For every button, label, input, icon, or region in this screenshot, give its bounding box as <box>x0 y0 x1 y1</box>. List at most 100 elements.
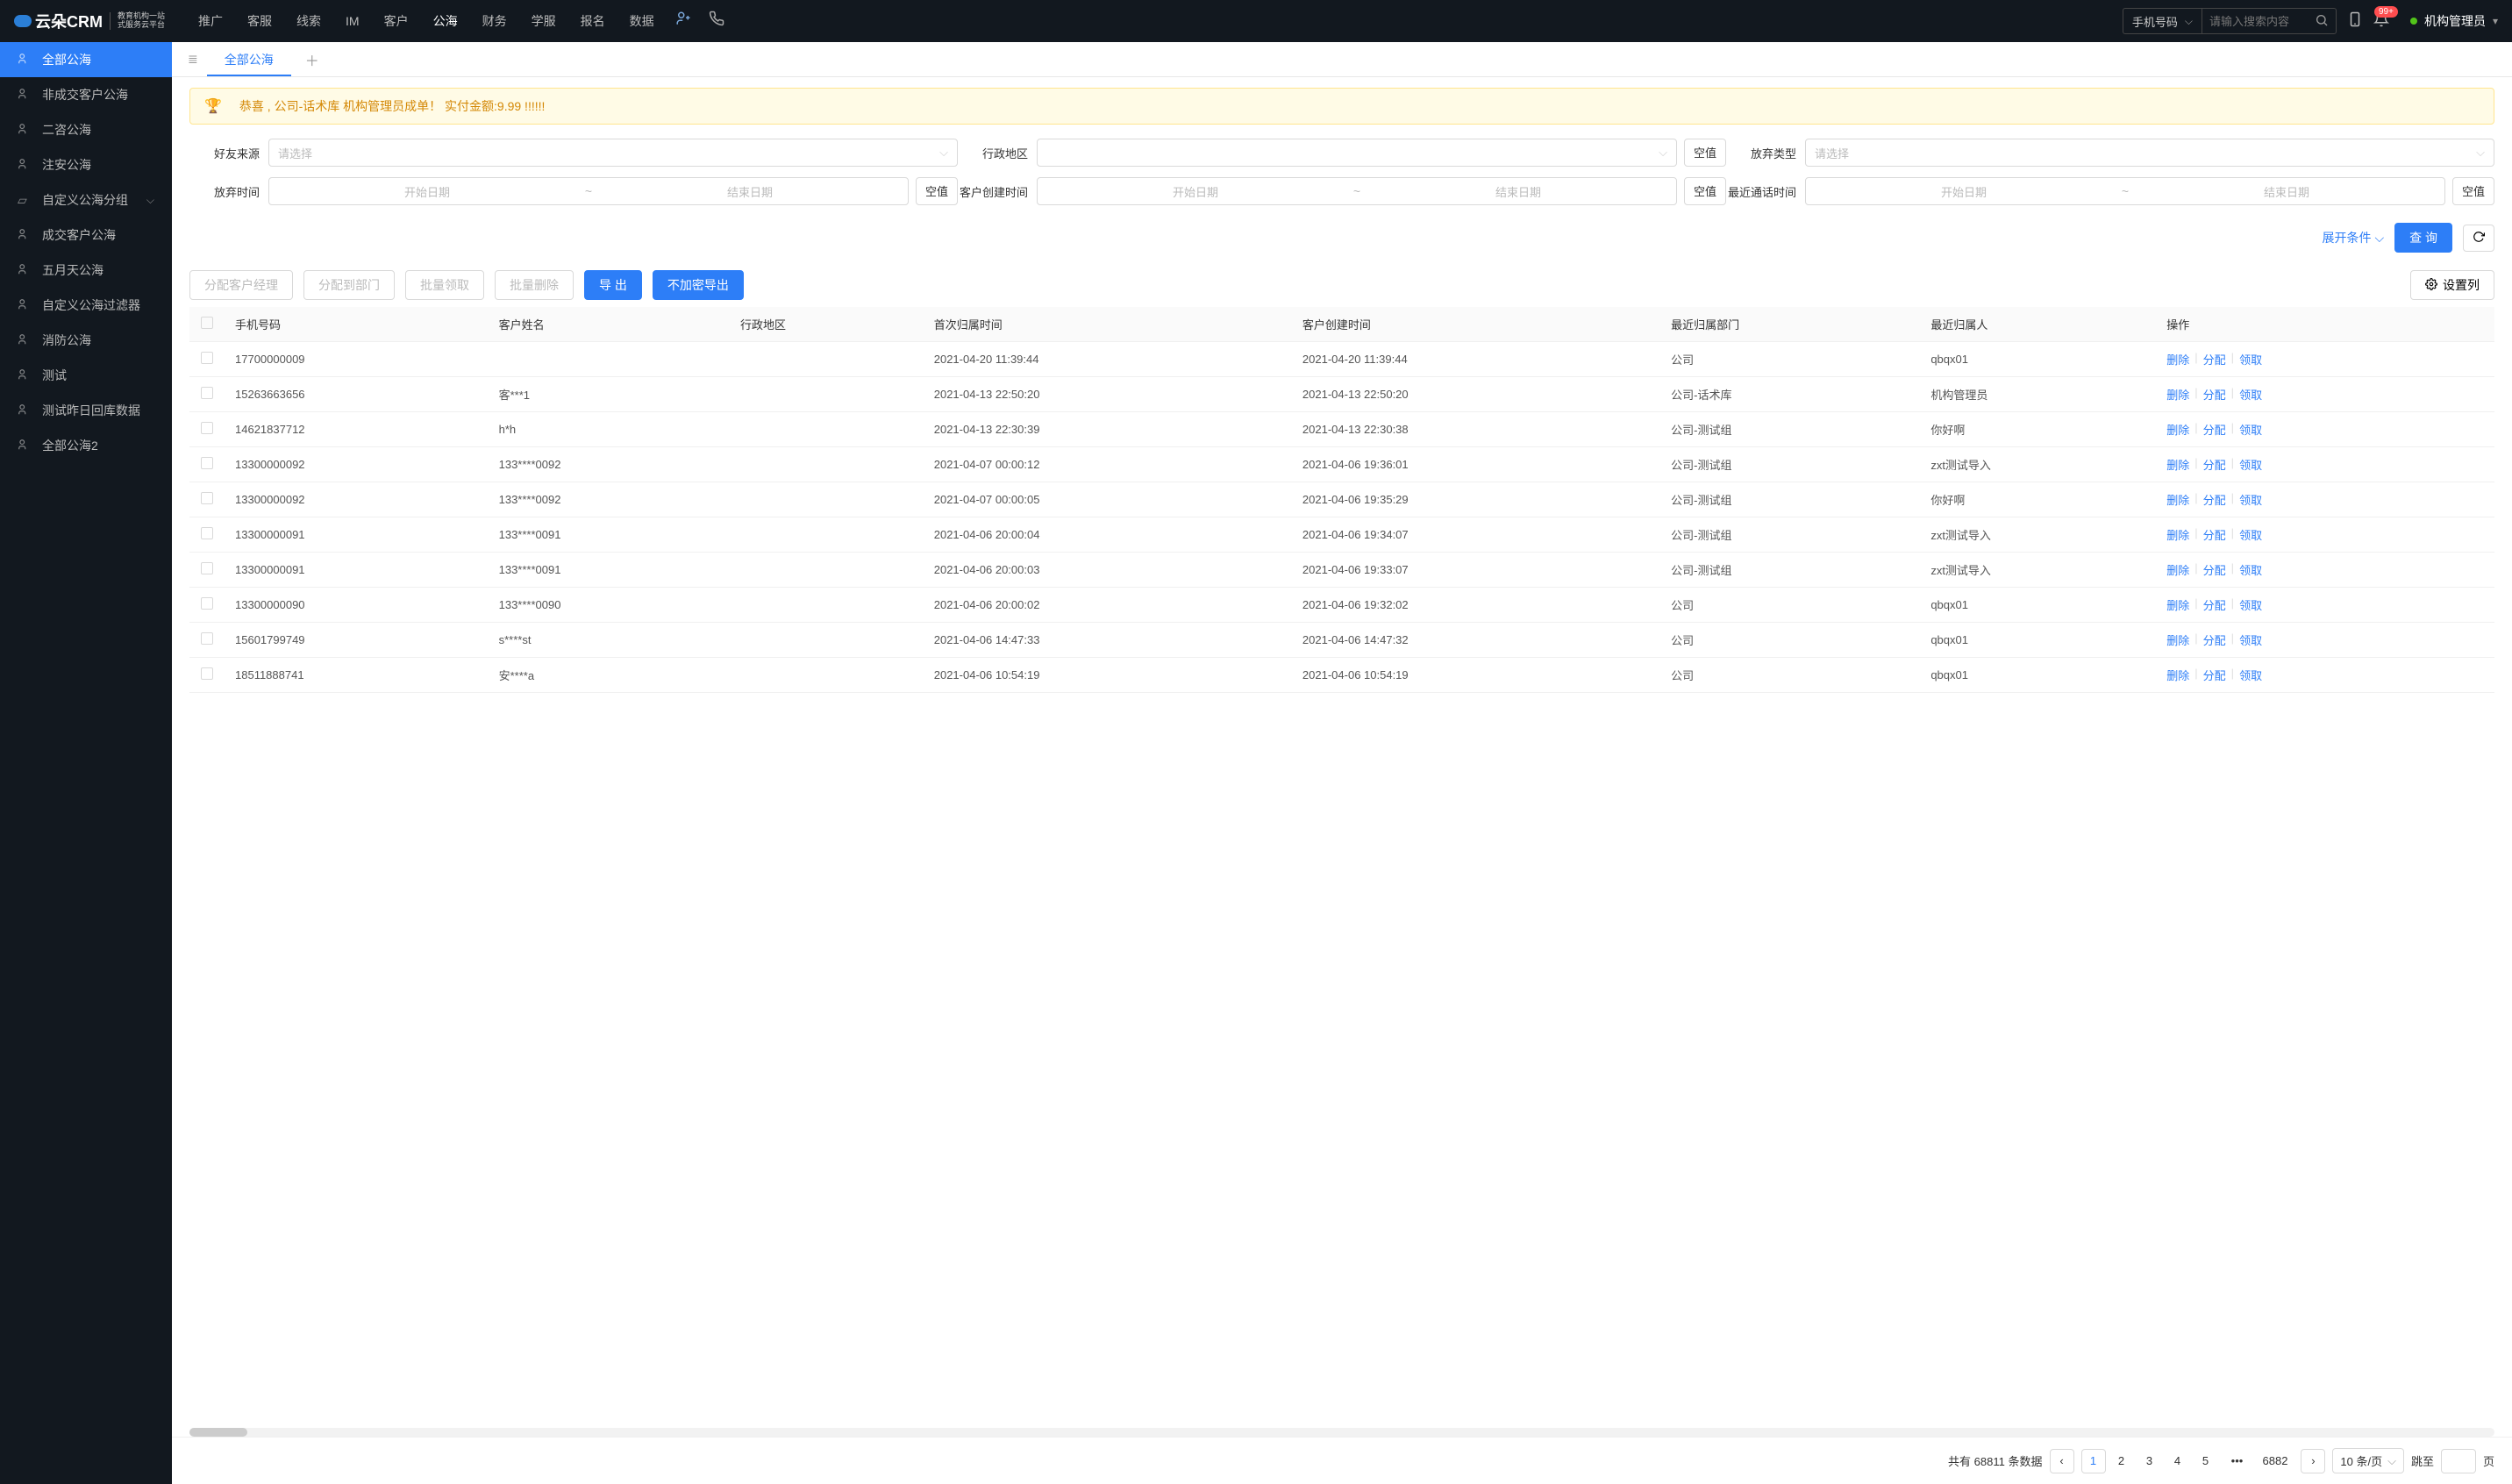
claim-link[interactable]: 领取 <box>2239 351 2262 367</box>
page-number[interactable]: 2 <box>2109 1449 2134 1473</box>
assign-link[interactable]: 分配 <box>2203 491 2226 508</box>
sidebar-item[interactable]: 全部公海 <box>0 42 172 77</box>
nav-item[interactable]: IM <box>333 0 372 42</box>
nav-item[interactable]: 财务 <box>470 0 519 42</box>
bell-icon[interactable]: 99+ <box>2373 11 2389 32</box>
add-user-icon[interactable] <box>667 0 700 42</box>
assign-link[interactable]: 分配 <box>2203 526 2226 543</box>
assign-link[interactable]: 分配 <box>2203 351 2226 367</box>
search-icon[interactable] <box>2308 13 2336 30</box>
sidebar-item[interactable]: 消防公海 <box>0 323 172 358</box>
row-checkbox[interactable] <box>201 422 213 434</box>
page-number[interactable]: 5 <box>2194 1449 2218 1473</box>
claim-link[interactable]: 领取 <box>2239 421 2262 438</box>
page-number[interactable]: 3 <box>2137 1449 2162 1473</box>
sidebar-item[interactable]: 全部公海2 <box>0 428 172 463</box>
prev-page-button[interactable]: ‹ <box>2050 1449 2074 1473</box>
export-plain-button[interactable]: 不加密导出 <box>653 270 744 300</box>
sidebar-item[interactable]: 二咨公海 <box>0 112 172 147</box>
logo[interactable]: 云朵CRM 教育机构一站 式服务云平台 <box>14 10 165 32</box>
next-page-button[interactable]: › <box>2301 1449 2325 1473</box>
filter-null-button[interactable]: 空值 <box>1684 139 1726 167</box>
sidebar-item[interactable]: 自定义公海过滤器 <box>0 288 172 323</box>
claim-link[interactable]: 领取 <box>2239 491 2262 508</box>
sidebar-item[interactable]: 测试昨日回库数据 <box>0 393 172 428</box>
nav-item[interactable]: 线索 <box>284 0 333 42</box>
delete-link[interactable]: 删除 <box>2166 596 2189 613</box>
filter-daterange[interactable]: 开始日期~结束日期 <box>1037 177 1677 205</box>
select-all-checkbox[interactable] <box>201 317 213 329</box>
claim-link[interactable]: 领取 <box>2239 667 2262 683</box>
claim-link[interactable]: 领取 <box>2239 561 2262 578</box>
nav-item[interactable]: 报名 <box>568 0 617 42</box>
tab-menu-icon[interactable]: ≣ <box>179 52 207 67</box>
nav-item[interactable]: 客服 <box>235 0 284 42</box>
export-button[interactable]: 导 出 <box>584 270 642 300</box>
row-checkbox[interactable] <box>201 352 213 364</box>
row-checkbox[interactable] <box>201 527 213 539</box>
tab-add-icon[interactable]: ＋ <box>291 49 333 70</box>
filter-select[interactable]: 请选择⌵ <box>1805 139 2494 167</box>
page-number[interactable]: 1 <box>2081 1449 2106 1473</box>
filter-select[interactable]: ⌵ <box>1037 139 1677 167</box>
refresh-button[interactable] <box>2463 225 2494 252</box>
phone-icon[interactable] <box>700 0 733 42</box>
column-settings-button[interactable]: 设置列 <box>2410 270 2494 300</box>
claim-link[interactable]: 领取 <box>2239 456 2262 473</box>
search-input[interactable] <box>2202 15 2308 28</box>
row-checkbox[interactable] <box>201 597 213 610</box>
row-checkbox[interactable] <box>201 492 213 504</box>
batch-delete-button[interactable]: 批量删除 <box>495 270 574 300</box>
page-size-select[interactable]: 10 条/页 ⌵ <box>2332 1448 2404 1473</box>
claim-link[interactable]: 领取 <box>2239 631 2262 648</box>
claim-link[interactable]: 领取 <box>2239 596 2262 613</box>
sidebar-item[interactable]: 注安公海 <box>0 147 172 182</box>
claim-link[interactable]: 领取 <box>2239 526 2262 543</box>
delete-link[interactable]: 删除 <box>2166 667 2189 683</box>
nav-item[interactable]: 数据 <box>617 0 667 42</box>
claim-link[interactable]: 领取 <box>2239 386 2262 403</box>
nav-item[interactable]: 学服 <box>519 0 568 42</box>
assign-link[interactable]: 分配 <box>2203 631 2226 648</box>
search-type-select[interactable]: 手机号码 ⌵ <box>2123 9 2202 33</box>
sidebar-item[interactable]: 测试 <box>0 358 172 393</box>
nav-item[interactable]: 推广 <box>186 0 235 42</box>
delete-link[interactable]: 删除 <box>2166 386 2189 403</box>
filter-null-button[interactable]: 空值 <box>1684 177 1726 205</box>
assign-manager-button[interactable]: 分配客户经理 <box>189 270 293 300</box>
page-ellipsis[interactable]: ••• <box>2225 1449 2250 1473</box>
delete-link[interactable]: 删除 <box>2166 631 2189 648</box>
expand-filters-link[interactable]: 展开条件 ⌵ <box>2322 229 2384 246</box>
nav-item[interactable]: 公海 <box>421 0 470 42</box>
assign-link[interactable]: 分配 <box>2203 561 2226 578</box>
search-button[interactable]: 查 询 <box>2394 223 2452 253</box>
row-checkbox[interactable] <box>201 632 213 645</box>
sidebar-item[interactable]: 五月天公海 <box>0 253 172 288</box>
delete-link[interactable]: 删除 <box>2166 456 2189 473</box>
filter-daterange[interactable]: 开始日期~结束日期 <box>1805 177 2445 205</box>
page-number[interactable]: 4 <box>2166 1449 2190 1473</box>
row-checkbox[interactable] <box>201 667 213 680</box>
assign-link[interactable]: 分配 <box>2203 456 2226 473</box>
tab-active[interactable]: 全部公海 <box>207 43 291 76</box>
page-jump-input[interactable] <box>2441 1449 2476 1473</box>
assign-link[interactable]: 分配 <box>2203 421 2226 438</box>
row-checkbox[interactable] <box>201 562 213 574</box>
delete-link[interactable]: 删除 <box>2166 491 2189 508</box>
assign-link[interactable]: 分配 <box>2203 596 2226 613</box>
batch-claim-button[interactable]: 批量领取 <box>405 270 484 300</box>
mobile-icon[interactable] <box>2347 11 2363 32</box>
row-checkbox[interactable] <box>201 387 213 399</box>
row-checkbox[interactable] <box>201 457 213 469</box>
delete-link[interactable]: 删除 <box>2166 561 2189 578</box>
horizontal-scrollbar[interactable] <box>189 1428 2494 1437</box>
sidebar-item[interactable]: 成交客户公海 <box>0 218 172 253</box>
assign-link[interactable]: 分配 <box>2203 386 2226 403</box>
delete-link[interactable]: 删除 <box>2166 526 2189 543</box>
last-page[interactable]: 6882 <box>2257 1449 2294 1473</box>
filter-null-button[interactable]: 空值 <box>2452 177 2494 205</box>
sidebar-item[interactable]: ▱自定义公海分组⌵ <box>0 182 172 218</box>
delete-link[interactable]: 删除 <box>2166 421 2189 438</box>
filter-select[interactable]: 请选择⌵ <box>268 139 958 167</box>
filter-null-button[interactable]: 空值 <box>916 177 958 205</box>
